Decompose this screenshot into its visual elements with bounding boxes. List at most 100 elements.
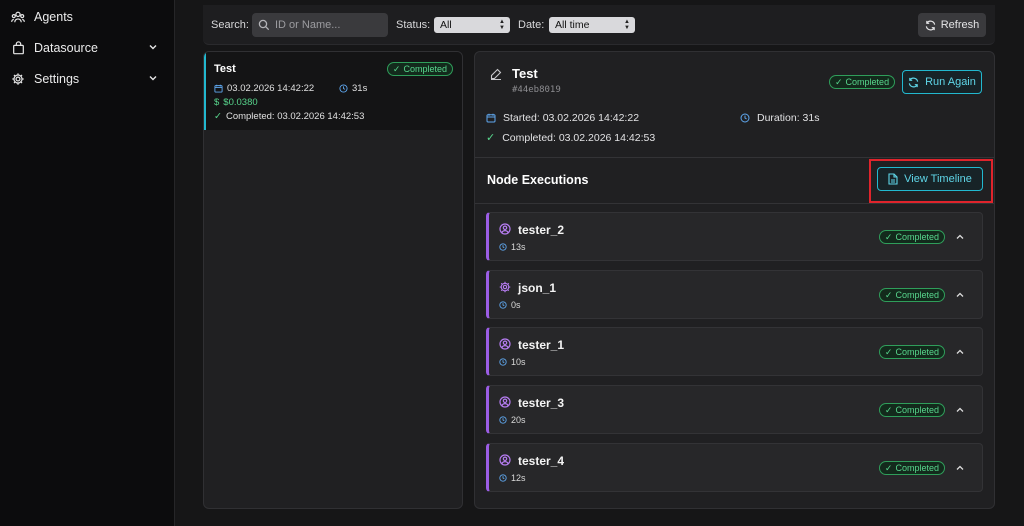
status-badge-label: Completed <box>895 347 939 357</box>
check-icon: ✓ <box>884 462 893 473</box>
dollar-icon: $ <box>214 97 220 108</box>
search-label: Search: <box>211 19 249 31</box>
run-again-button[interactable]: Run Again <box>902 70 982 94</box>
run-cost-text: $0.0380 <box>223 97 258 108</box>
status-badge: ✓ Completed <box>829 75 896 89</box>
datasource-icon <box>10 40 26 56</box>
user-icon <box>499 396 511 408</box>
sidebar-item-settings[interactable]: Settings <box>10 68 160 90</box>
status-badge-label: Completed <box>895 463 939 473</box>
node-duration-text: 10s <box>511 357 526 367</box>
status-badge: ✓ Completed <box>878 288 945 302</box>
status-badge: ✓ Completed <box>878 230 945 244</box>
run-again-label: Run Again <box>925 76 976 88</box>
chevron-up-icon[interactable] <box>955 232 965 242</box>
duration-text: Duration: 31s <box>757 112 820 124</box>
select-arrows-icon: ▲ ▼ <box>624 19 630 31</box>
divider <box>475 157 994 158</box>
refresh-button[interactable]: Refresh <box>918 13 986 37</box>
node-name: tester_1 <box>518 338 565 352</box>
date-label: Date: <box>518 19 545 31</box>
check-icon: ✓ <box>884 289 893 300</box>
sidebar: Agents Datasource Settings <box>0 0 175 526</box>
run-date-text: 03.02.2026 14:42:22 <box>227 83 315 94</box>
run-date: 03.02.2026 14:42:22 <box>214 83 314 94</box>
node-duration-text: 0s <box>511 300 521 310</box>
status-badge: ✓ Completed <box>386 62 453 76</box>
user-icon <box>499 338 511 350</box>
settings-icon <box>10 71 26 87</box>
highlight-box <box>869 159 993 203</box>
run-duration-text: 31s <box>352 83 368 94</box>
node-duration: 13s <box>499 242 526 252</box>
sidebar-item-label: Datasource <box>34 41 98 55</box>
clock-icon <box>499 416 507 424</box>
chevron-up-icon[interactable] <box>955 347 965 357</box>
status-badge-label: Completed <box>895 405 939 415</box>
run-duration: 31s <box>339 83 367 94</box>
clock-icon <box>499 243 507 251</box>
detail-title: Test <box>512 66 538 81</box>
node-name: tester_2 <box>518 223 565 237</box>
divider <box>475 203 994 204</box>
detail-id: #44eb8019 <box>512 85 561 95</box>
check-icon: ✓ <box>884 346 893 357</box>
node-row[interactable]: tester_3 20s ✓ Completed <box>486 385 983 434</box>
run-card[interactable]: Test ✓ Completed 03.02.2026 14:42:22 31s… <box>204 52 462 130</box>
sidebar-item-datasource[interactable]: Datasource <box>10 37 160 59</box>
node-name: tester_3 <box>518 396 565 410</box>
duration-meta: Duration: 31s <box>740 112 819 124</box>
node-name: tester_4 <box>518 454 565 468</box>
chevron-down-icon[interactable] <box>148 73 160 85</box>
node-row[interactable]: tester_4 12s ✓ Completed <box>486 443 983 492</box>
gear-icon <box>499 281 511 293</box>
edit-icon[interactable] <box>490 68 502 80</box>
check-icon: ✓ <box>486 132 496 144</box>
node-duration: 0s <box>499 300 521 310</box>
status-label: Status: <box>396 19 431 31</box>
sidebar-item-agents[interactable]: Agents <box>10 6 160 28</box>
status-select-value: All <box>440 19 452 31</box>
run-cost: $ $0.0380 <box>214 97 258 108</box>
search-input[interactable] <box>275 19 375 31</box>
run-completed-text: Completed: 03.02.2026 14:42:53 <box>225 111 365 122</box>
status-badge-label: Completed <box>895 232 939 242</box>
run-list: Test ✓ Completed 03.02.2026 14:42:22 31s… <box>203 51 463 509</box>
chevron-down-icon[interactable] <box>148 42 160 54</box>
check-icon: ✓ <box>884 404 893 415</box>
status-select[interactable]: All ▲ ▼ <box>434 17 510 33</box>
node-duration-text: 20s <box>511 415 526 425</box>
status-badge-label: Completed <box>845 77 890 87</box>
clock-icon <box>339 84 348 93</box>
refresh-icon <box>908 77 925 88</box>
chevron-up-icon[interactable] <box>955 463 965 473</box>
date-select[interactable]: All time ▲ ▼ <box>549 17 635 33</box>
started-text: Started: 03.02.2026 14:42:22 <box>503 112 640 124</box>
node-duration-text: 13s <box>511 242 526 252</box>
filter-bar: Search: Status: All ▲▼ Date: All time ▲▼… <box>203 5 995 45</box>
chevron-up-icon[interactable] <box>955 290 965 300</box>
completed-text: Completed: 03.02.2026 14:42:53 <box>502 131 656 144</box>
check-icon: ✓ <box>835 76 843 87</box>
node-row[interactable]: tester_1 10s ✓ Completed <box>486 327 983 376</box>
search-field[interactable] <box>252 13 388 37</box>
chevron-up-icon[interactable] <box>955 405 965 415</box>
check-icon: ✓ <box>392 63 401 74</box>
sidebar-item-label: Agents <box>34 10 73 24</box>
run-name: Test <box>214 63 236 75</box>
status-badge: ✓ Completed <box>878 403 945 417</box>
node-duration: 20s <box>499 415 526 425</box>
node-executions-title: Node Executions <box>487 173 589 187</box>
search-icon <box>258 19 270 31</box>
completed-meta: ✓ Completed: 03.02.2026 14:42:53 <box>486 131 656 145</box>
user-icon <box>499 454 511 466</box>
node-duration-text: 12s <box>511 473 526 483</box>
node-name: json_1 <box>518 281 557 295</box>
node-row[interactable]: json_1 0s ✓ Completed <box>486 270 983 319</box>
refresh-icon <box>925 20 941 31</box>
status-badge-label: Completed <box>895 290 939 300</box>
user-icon <box>499 223 511 235</box>
node-row[interactable]: tester_2 13s ✓ Completed <box>486 212 983 261</box>
check-icon: ✓ <box>884 231 893 242</box>
status-badge: ✓ Completed <box>878 461 945 475</box>
